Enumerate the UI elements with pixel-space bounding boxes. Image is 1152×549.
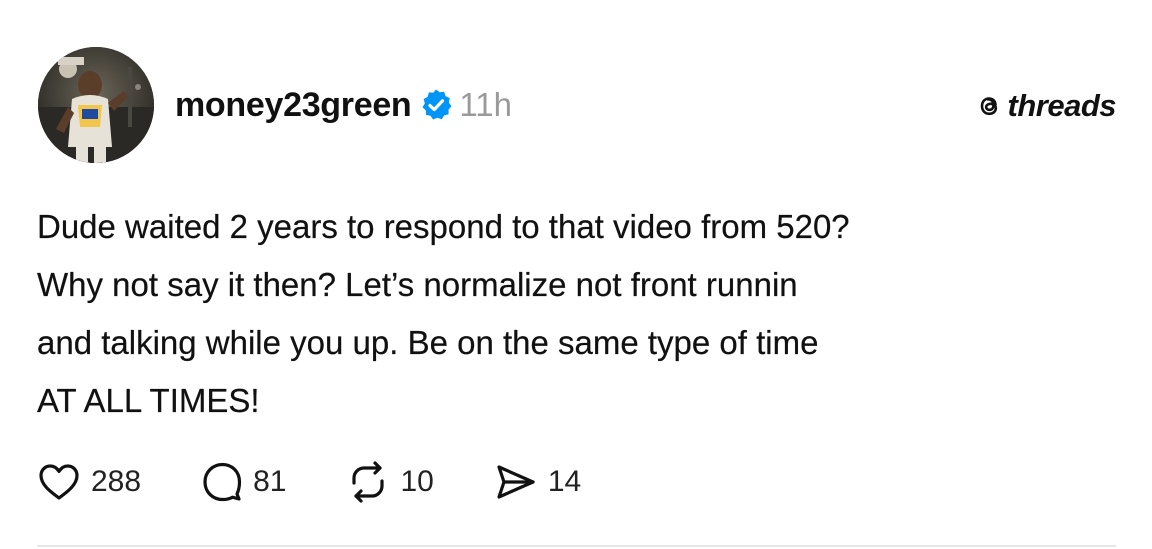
repost-count: 10 <box>400 465 434 498</box>
avatar[interactable] <box>38 47 154 163</box>
verified-badge-icon <box>419 88 453 122</box>
avatar-photo <box>38 47 154 163</box>
reply-button[interactable]: 81 <box>201 461 286 503</box>
like-button[interactable]: 288 <box>37 462 141 502</box>
post-actions: 288 81 10 14 <box>37 460 641 504</box>
reply-count: 81 <box>253 465 287 498</box>
post-text-line: Dude waited 2 years to respond to that v… <box>37 208 850 245</box>
share-count: 14 <box>547 465 582 498</box>
post-text-line: AT ALL TIMES! <box>37 382 260 419</box>
post-text-line: and talking while you up. Be on the same… <box>37 324 819 361</box>
username[interactable]: money23green <box>175 86 412 125</box>
comment-bubble-icon <box>203 462 242 502</box>
share-button[interactable]: 14 <box>494 462 581 502</box>
post-body: Dude waited 2 years to respond to that v… <box>37 198 1127 430</box>
divider <box>37 545 1116 547</box>
repost-icon <box>352 461 385 503</box>
like-count: 288 <box>91 465 142 498</box>
heart-icon <box>39 464 79 500</box>
post-header: money23green 11h <box>175 82 512 128</box>
threads-post: money23green 11h threads Dude waited 2 y… <box>0 0 1152 549</box>
post-time: 11h <box>459 86 513 123</box>
threads-wordmark: threads <box>1007 88 1117 123</box>
repost-button[interactable]: 10 <box>346 461 434 503</box>
send-icon <box>497 465 535 499</box>
threads-logo-icon <box>974 91 1004 121</box>
post-text-line: Why not say it then? Let’s normalize not… <box>37 266 798 303</box>
threads-brand: threads <box>974 88 1117 124</box>
